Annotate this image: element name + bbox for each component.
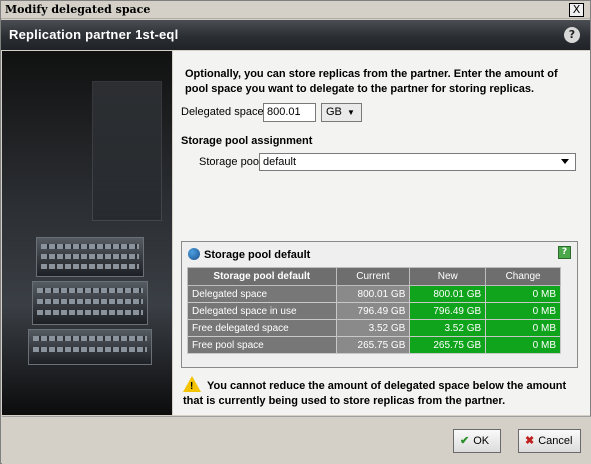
table-row: Free delegated space 3.52 GB 3.52 GB 0 M… [187,319,561,337]
warning-text: You cannot reduce the amount of delegate… [183,380,567,407]
change-value: 0 MB [485,302,561,320]
change-value: 0 MB [485,319,561,337]
current-value: 796.49 GB [335,302,411,320]
rack-unit [32,281,148,325]
row-label: Delegated space [187,285,337,303]
storage-pool-select[interactable]: default [259,153,576,171]
main-content: Optionally, you can store replicas from … [173,51,590,415]
table-row: Free pool space 265.75 GB 265.75 GB 0 MB [187,336,561,354]
storage-pool-value: default [263,156,297,168]
chevron-down-icon [561,159,569,164]
row-label: Delegated space in use [187,302,337,320]
dialog-header: Replication partner 1st-eql ? [1,20,590,50]
window-title: Modify delegated space [5,3,151,16]
storage-pool-table: Storage pool default Current New Change … [187,267,561,354]
storage-pool-panel: Storage pool default ? Storage pool defa… [181,241,578,368]
warning-icon: ! [183,376,201,392]
chevron-down-icon: ▼ [346,108,355,117]
table-row: Delegated space 800.01 GB 800.01 GB 0 MB [187,285,561,303]
change-value: 0 MB [485,285,561,303]
checkmark-icon: ✔ [460,435,470,447]
cancel-label: Cancel [538,435,573,447]
globe-icon [188,248,200,260]
panel-header: Storage pool default [188,248,310,261]
column-header: New [409,267,487,286]
row-label: Free pool space [187,336,337,354]
column-header: Change [485,267,561,286]
column-header: Current [335,267,411,286]
cancel-button[interactable]: ✖ Cancel [518,429,581,453]
table-row: Delegated space in use 796.49 GB 796.49 … [187,302,561,320]
rack-unit [28,329,152,365]
close-button[interactable]: X [569,3,584,17]
change-value: 0 MB [485,336,561,354]
new-value: 796.49 GB [409,302,487,320]
delegated-space-label: Delegated space: [181,106,267,118]
help-icon[interactable]: ? [558,246,571,259]
cancel-icon: ✖ [525,435,535,447]
rack-unit [36,237,144,277]
current-value: 265.75 GB [335,336,411,354]
dialog-footer: ✔ OK ✖ Cancel [2,416,591,464]
unit-label: GB [326,106,342,118]
background-rack [92,81,162,221]
panel-title: Storage pool default [204,249,311,261]
ok-button[interactable]: ✔ OK [453,429,501,453]
delegated-space-input[interactable]: 800.01 [263,103,316,122]
warning-message: ! You cannot reduce the amount of delegat… [183,376,578,409]
current-value: 800.01 GB [335,285,411,303]
table-header-row: Storage pool default Current New Change [187,267,561,286]
unit-dropdown[interactable]: GB ▼ [321,103,362,122]
new-value: 800.01 GB [409,285,487,303]
intro-text: Optionally, you can store replicas from … [185,68,558,95]
storage-pool-label: Storage pool: [199,156,265,168]
help-icon[interactable]: ? [564,27,580,43]
storage-pool-assignment-title: Storage pool assignment [181,135,313,147]
new-value: 265.75 GB [409,336,487,354]
row-label: Free delegated space [187,319,337,337]
title-bar: Modify delegated space X [1,1,590,19]
dialog-window: Modify delegated space X Replication par… [0,0,591,464]
storage-array-image [2,51,172,415]
current-value: 3.52 GB [335,319,411,337]
ok-label: OK [473,435,490,447]
new-value: 3.52 GB [409,319,487,337]
header-title: Replication partner 1st-eql [9,27,179,42]
column-header: Storage pool default [187,267,337,286]
